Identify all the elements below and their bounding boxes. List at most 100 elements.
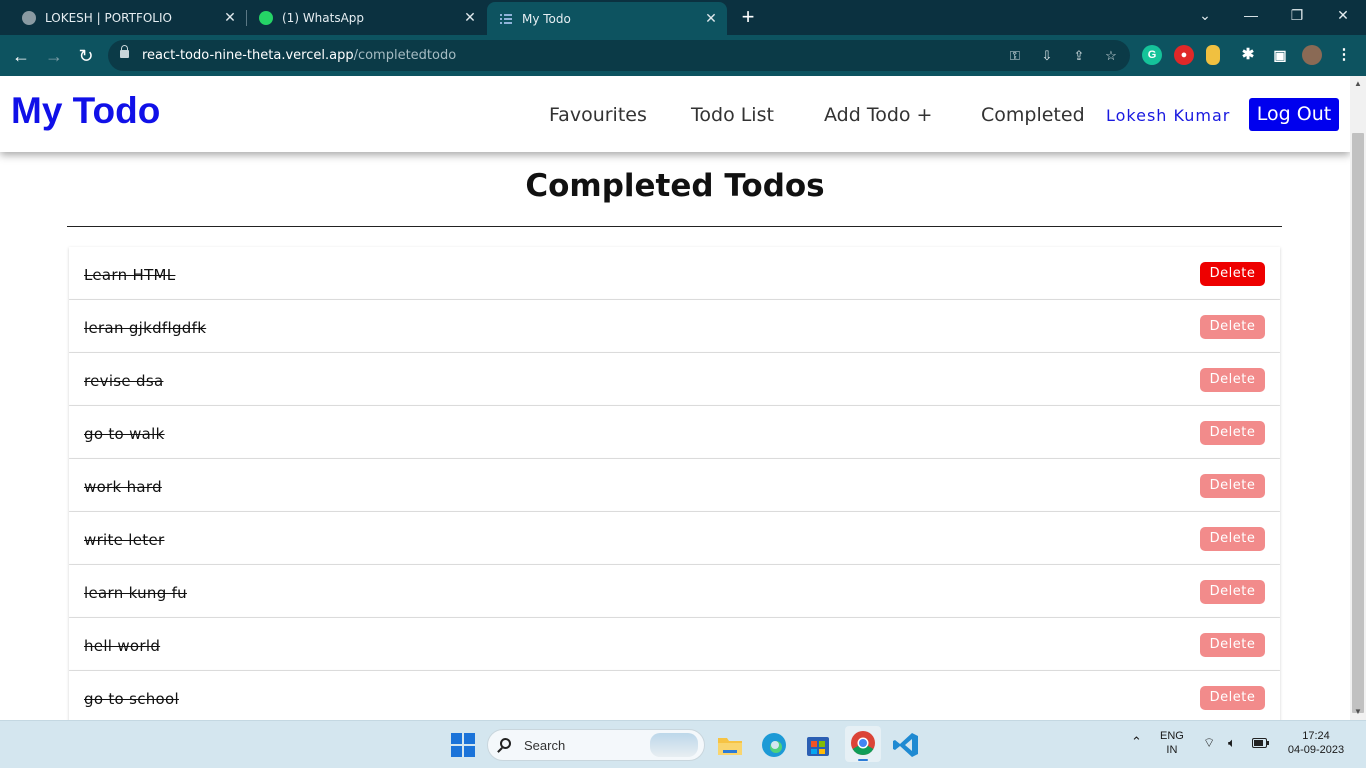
clock[interactable]: 17:24 04-09-2023 bbox=[1282, 729, 1350, 757]
minimize-button[interactable]: — bbox=[1228, 0, 1274, 32]
edge-icon[interactable] bbox=[759, 730, 789, 760]
todo-item: Learn HTML Delete bbox=[69, 247, 1280, 300]
grammarly-icon[interactable]: G bbox=[1142, 45, 1162, 65]
todo-item: hell world Delete bbox=[69, 618, 1280, 671]
file-explorer-icon[interactable] bbox=[715, 730, 745, 760]
divider bbox=[67, 226, 1282, 227]
todo-text: work hard bbox=[84, 478, 162, 496]
star-icon[interactable]: ☆ bbox=[1102, 47, 1120, 65]
todo-text: hell world bbox=[84, 637, 161, 655]
whatsapp-icon bbox=[259, 10, 273, 25]
completed-todo-list: Learn HTML Delete leran gjkdflgdfk Delet… bbox=[69, 247, 1280, 720]
chevron-up-icon[interactable]: ⌃ bbox=[1131, 735, 1142, 749]
vscode-icon[interactable] bbox=[891, 730, 921, 760]
close-tab-icon[interactable]: ✕ bbox=[222, 10, 238, 26]
scroll-up-icon[interactable]: ▲ bbox=[1354, 80, 1362, 88]
chrome-icon[interactable] bbox=[845, 726, 881, 762]
browser-tab-strip: LOKESH | PORTFOLIO ✕ (1) WhatsApp ✕ My T… bbox=[0, 0, 1366, 35]
list-icon bbox=[499, 12, 513, 26]
delete-button[interactable]: Delete bbox=[1200, 368, 1265, 392]
new-tab-button[interactable]: + bbox=[737, 6, 759, 28]
close-tab-icon[interactable]: ✕ bbox=[703, 11, 719, 27]
region-code: IN bbox=[1166, 744, 1178, 756]
date-text: 04-09-2023 bbox=[1287, 744, 1345, 756]
todo-text: go to walk bbox=[84, 425, 165, 443]
scrollbar-thumb[interactable] bbox=[1352, 133, 1364, 713]
site-navbar: My Todo Favourites Todo List Add Todo + … bbox=[0, 76, 1350, 152]
todo-text: Learn HTML bbox=[84, 266, 176, 284]
todo-item: write leter Delete bbox=[69, 512, 1280, 565]
delete-button[interactable]: Delete bbox=[1200, 686, 1265, 710]
install-icon[interactable]: ⇩ bbox=[1038, 47, 1056, 65]
todo-item: leran gjkdflgdfk Delete bbox=[69, 300, 1280, 353]
search-highlight-image bbox=[650, 733, 698, 757]
wifi-icon[interactable]: ⌔ bbox=[1203, 736, 1215, 750]
tab-title: LOKESH | PORTFOLIO bbox=[45, 10, 172, 25]
search-icon bbox=[500, 738, 511, 749]
globe-icon bbox=[22, 10, 36, 25]
extension-shield-icon[interactable]: ● bbox=[1174, 45, 1194, 65]
tab-my-todo[interactable]: My Todo ✕ bbox=[487, 2, 727, 35]
time-text: 17:24 bbox=[1302, 730, 1330, 742]
windows-start-icon[interactable] bbox=[448, 730, 478, 760]
todo-item: go to walk Delete bbox=[69, 406, 1280, 459]
back-icon[interactable]: ← bbox=[8, 43, 34, 69]
delete-button[interactable]: Delete bbox=[1200, 527, 1265, 551]
todo-item: learn kung fu Delete bbox=[69, 565, 1280, 618]
puzzle-icon[interactable]: ✱ bbox=[1238, 45, 1258, 65]
delete-button[interactable]: Delete bbox=[1200, 474, 1265, 498]
forward-icon[interactable]: → bbox=[41, 43, 67, 69]
menu-icon[interactable]: ⋮ bbox=[1334, 45, 1354, 65]
delete-button[interactable]: Delete bbox=[1200, 315, 1265, 339]
side-panel-icon[interactable]: ▣ bbox=[1270, 45, 1290, 65]
tab-title: (1) WhatsApp bbox=[282, 10, 365, 25]
browser-toolbar: ← → ↻ react-todo-nine-theta.vercel.app/c… bbox=[0, 35, 1366, 76]
user-name: Lokesh Kumar bbox=[1106, 106, 1231, 125]
key-icon[interactable]: ⚿ bbox=[1006, 47, 1024, 65]
taskbar: Search ⌃ ENG IN ⌔ 🔈︎ 17:24 04-09-2023 bbox=[0, 720, 1366, 768]
tab-whatsapp[interactable]: (1) WhatsApp ✕ bbox=[247, 0, 486, 35]
todo-text: leran gjkdflgdfk bbox=[84, 319, 207, 337]
site-logo[interactable]: My Todo bbox=[11, 90, 160, 132]
address-bar[interactable]: react-todo-nine-theta.vercel.app/complet… bbox=[108, 40, 1130, 71]
todo-item: work hard Delete bbox=[69, 459, 1280, 512]
page-title: Completed Todos bbox=[525, 168, 825, 204]
delete-button[interactable]: Delete bbox=[1200, 580, 1265, 604]
url-text[interactable]: react-todo-nine-theta.vercel.app/complet… bbox=[142, 48, 456, 63]
tab-title: My Todo bbox=[522, 11, 571, 26]
todo-item: revise dsa Delete bbox=[69, 353, 1280, 406]
close-window-button[interactable]: ✕ bbox=[1320, 0, 1366, 32]
nav-add-todo[interactable]: Add Todo + bbox=[824, 104, 932, 126]
store-icon[interactable] bbox=[803, 730, 833, 760]
taskbar-search[interactable]: Search bbox=[487, 729, 705, 761]
delete-button[interactable]: Delete bbox=[1200, 421, 1265, 445]
reload-icon[interactable]: ↻ bbox=[73, 43, 99, 69]
nav-completed[interactable]: Completed bbox=[981, 104, 1085, 126]
todo-text: revise dsa bbox=[84, 372, 164, 390]
language-indicator[interactable]: ENG IN bbox=[1160, 729, 1184, 757]
delete-button[interactable]: Delete bbox=[1200, 262, 1265, 286]
tab-search-icon[interactable]: ⌄ bbox=[1182, 0, 1228, 32]
nav-todo-list[interactable]: Todo List bbox=[691, 104, 774, 126]
todo-text: learn kung fu bbox=[84, 584, 187, 602]
search-placeholder: Search bbox=[524, 738, 566, 753]
scroll-down-icon[interactable]: ▼ bbox=[1354, 708, 1362, 716]
page-scrollbar[interactable]: ▲ ▼ bbox=[1350, 76, 1366, 720]
tab-portfolio[interactable]: LOKESH | PORTFOLIO ✕ bbox=[0, 0, 246, 35]
volume-icon[interactable]: 🔈︎ bbox=[1228, 736, 1236, 750]
extension-bulb-icon[interactable] bbox=[1206, 45, 1220, 65]
web-page: My Todo Favourites Todo List Add Todo + … bbox=[0, 76, 1350, 720]
todo-text: write leter bbox=[84, 531, 165, 549]
language-code: ENG bbox=[1160, 730, 1184, 742]
close-tab-icon[interactable]: ✕ bbox=[462, 10, 478, 26]
share-icon[interactable]: ⇪ bbox=[1070, 47, 1088, 65]
nav-favourites[interactable]: Favourites bbox=[549, 104, 647, 126]
profile-avatar[interactable] bbox=[1302, 45, 1322, 65]
lock-icon[interactable] bbox=[120, 45, 129, 58]
logout-button[interactable]: Log Out bbox=[1249, 98, 1339, 131]
restore-button[interactable]: ❐ bbox=[1274, 0, 1320, 32]
todo-text: go to school bbox=[84, 690, 179, 708]
battery-icon[interactable] bbox=[1252, 738, 1270, 752]
todo-item: go to school Delete bbox=[69, 671, 1280, 720]
delete-button[interactable]: Delete bbox=[1200, 633, 1265, 657]
